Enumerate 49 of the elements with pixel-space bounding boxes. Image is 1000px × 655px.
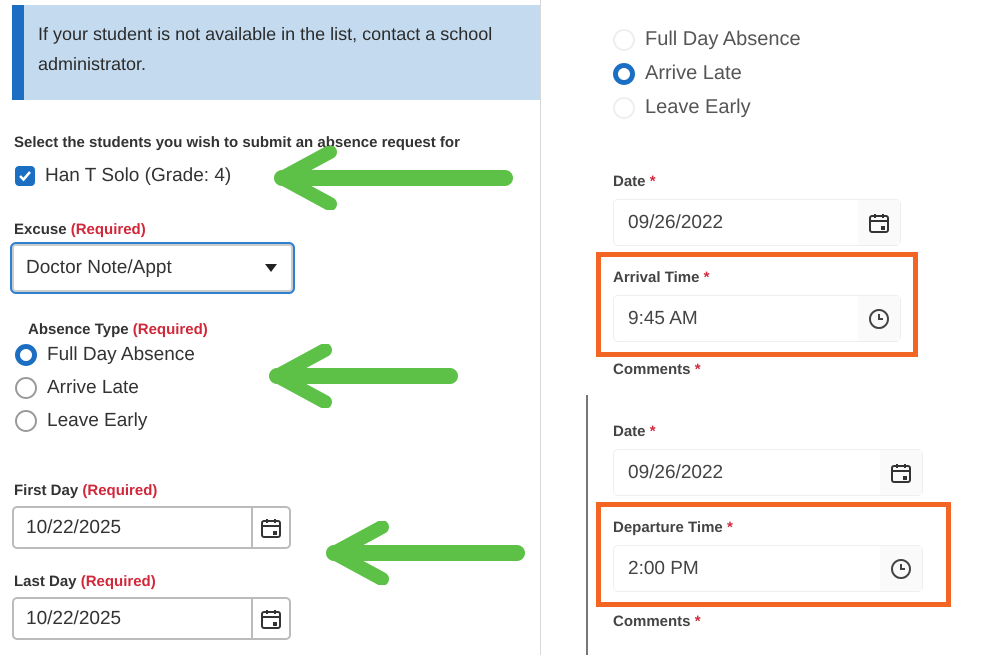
required-marker: * — [704, 269, 710, 286]
field-label: First Day (Required) — [14, 482, 158, 499]
option-label: Full Day Absence — [645, 28, 801, 51]
checkmark-icon — [18, 169, 32, 183]
field-label: Date * — [613, 173, 657, 190]
field-label: Last Day (Required) — [14, 573, 157, 590]
field-label: Departure Time * — [613, 519, 734, 536]
required-marker: * — [726, 519, 733, 536]
option-label: Arrive Late — [645, 62, 742, 85]
field-label: Comments * — [613, 613, 702, 630]
checkbox[interactable] — [15, 166, 35, 186]
calendar-icon — [260, 608, 282, 630]
field-label: Date * — [613, 423, 657, 440]
calendar-icon — [890, 462, 912, 484]
date-field[interactable]: 10/22/2025 — [12, 506, 291, 549]
clock-icon — [868, 308, 890, 330]
calendar-icon — [260, 516, 282, 538]
option-label: Arrive Late — [47, 377, 139, 399]
date-field[interactable]: 09/26/2022 — [613, 449, 923, 496]
calendar-icon — [868, 212, 890, 234]
date-field[interactable]: 09/26/2022 — [613, 199, 901, 246]
radio-button[interactable] — [15, 410, 37, 432]
field-label: Comments * — [613, 361, 702, 378]
required-marker: (Required) — [82, 482, 158, 499]
required-marker: (Required) — [70, 221, 146, 238]
required-marker: * — [650, 423, 656, 440]
radio-button[interactable] — [613, 62, 635, 84]
time-field[interactable]: 2:00 PM — [613, 545, 923, 592]
field-label: Excuse (Required) — [14, 221, 147, 238]
radio-button[interactable] — [15, 344, 37, 366]
required-marker: * — [650, 173, 656, 190]
radio-button[interactable] — [15, 377, 37, 399]
students-label: Select the students you wish to submit an absence request for — [14, 134, 461, 151]
clock-icon — [890, 558, 912, 580]
required-marker: (Required) — [132, 321, 208, 338]
option-label: Full Day Absence — [47, 344, 195, 366]
dropdown-caret-icon — [265, 264, 277, 272]
required-marker: * — [694, 361, 701, 378]
field-label: Arrival Time * — [613, 269, 710, 286]
time-field[interactable]: 9:45 AM — [613, 295, 901, 342]
field-label: Absence Type (Required) — [28, 321, 209, 338]
required-marker: * — [694, 613, 701, 630]
required-marker: (Required) — [80, 573, 156, 590]
student-name: Han T Solo (Grade: 4) — [45, 165, 232, 187]
date-field[interactable]: 10/22/2025 — [12, 597, 291, 640]
option-label: Leave Early — [645, 96, 751, 119]
excuse-select[interactable]: Doctor Note/Appt — [10, 242, 295, 294]
option-label: Leave Early — [47, 410, 148, 432]
info-notice: If your student is not available in the list, contact a school administrator. — [12, 5, 540, 100]
